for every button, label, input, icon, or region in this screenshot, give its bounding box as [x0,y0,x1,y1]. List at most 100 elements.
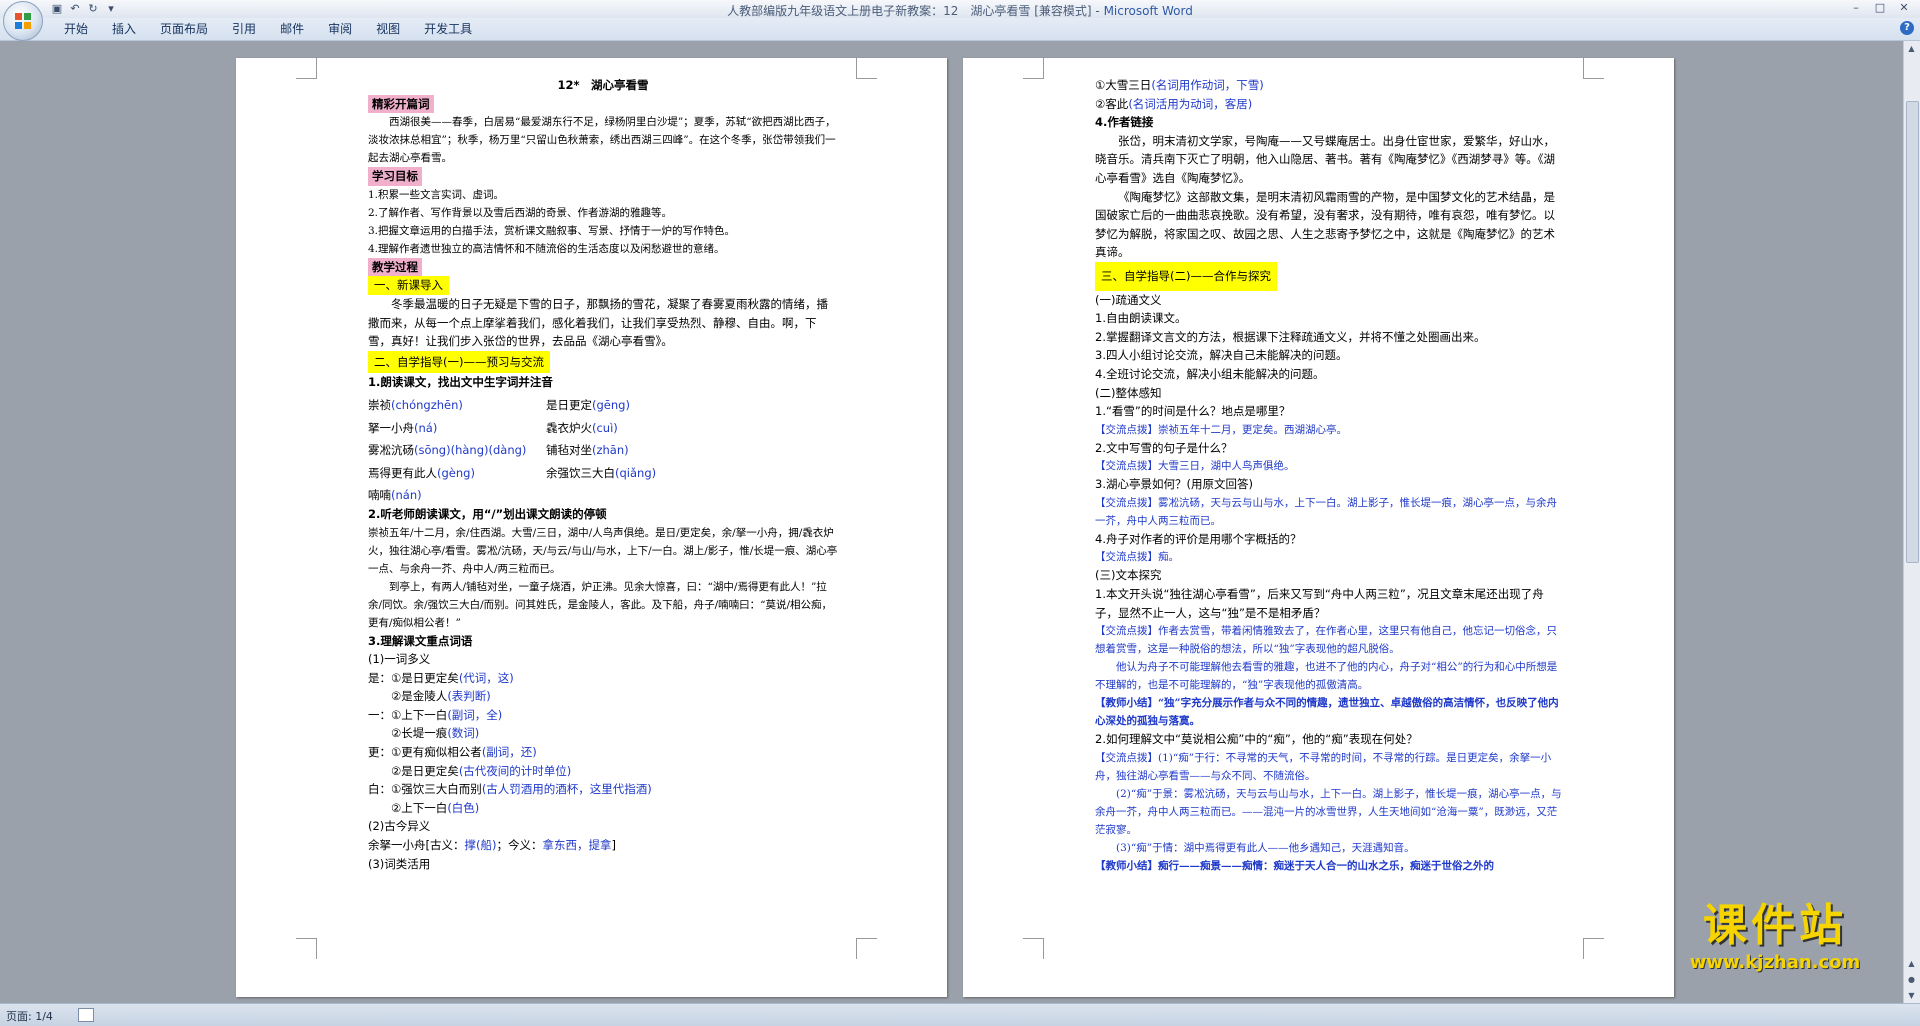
answer-text: (2)“痴”于景：雾凇沆砀，天与云与山与水，上下一白。湖上影子，惟长堤一痕，湖心… [1095,787,1562,836]
close-icon[interactable]: ✕ [1892,0,1916,16]
minimize-icon[interactable]: – [1844,0,1868,16]
answer-tag: 【交流点拨】 [1095,496,1158,509]
vocab-word: 是：①是日更定矣 [368,670,459,685]
section-heading-intro: 精彩开篇词 [368,94,434,114]
tab-home[interactable]: 开始 [52,18,100,40]
section-heading-goals: 学习目标 [368,167,422,186]
next-page-icon[interactable]: ▼ [1906,990,1917,1001]
question: 3.湖心亭景如何？(用原文回答) [1095,477,1253,492]
answer-text: 雾凇沆砀，天与云与山与水，上下一白。湖上影子，惟长堤一痕，湖心亭一点，与余舟一芥… [1095,496,1557,527]
goal-item: 4.理解作者遗世独立的高洁情怀和不随流俗的生活态度以及闲愁避世的意绪。 [368,242,725,255]
vocab-meaning: (古代夜间的计时单位) [458,763,572,778]
teacher-summary: 【教师小结】痴行——痴景——痴情：痴迷于天人合一的山水之乐，痴迷于世俗之外的 [1095,857,1565,875]
pinyin-word: 拏一小舟 [368,420,414,435]
question: 4.舟子对作者的评价是用哪个字概括的？ [1095,531,1302,546]
pinyin-row: 喃喃(nán) [368,486,838,505]
answer-tag: 【交流点拨】 [1095,625,1158,638]
tab-view[interactable]: 视图 [364,18,412,40]
pinyin-reading: (ná) [414,420,438,435]
scroll-up-icon[interactable]: ▲ [1906,43,1917,54]
select-browse-object-icon[interactable]: ● [1906,974,1917,985]
pinyin-word: 崇祯 [368,397,391,412]
office-logo-icon [15,13,31,29]
maximize-icon[interactable]: □ [1868,0,1892,16]
author-title: 4.作者链接 [1095,115,1154,130]
wenben-title: (三)文本探究 [1095,568,1162,583]
crop-mark [856,938,877,959]
ribbon-tabs: 开始 插入 页面布局 引用 邮件 审阅 视图 开发工具 ? [0,18,1920,41]
tongdu-item: 1.自由朗读课文。 [1095,311,1187,326]
answer-text: (1)“痴”于行：不寻常的天气，不寻常的时间，不寻常的行踪。是日更定矣，余拏一小… [1095,751,1552,782]
pinyin-word: 喃喃 [368,488,391,503]
pinyin-reading: (sōng)(hàng)(dàng) [414,443,527,458]
pinyin-reading: (cuì) [592,420,618,435]
pinyin-row: 雾凇沆砀(sōng)(hàng)(dàng) 铺毡对坐(zhān) [368,441,838,460]
tab-review[interactable]: 审阅 [316,18,364,40]
gujin-new: 拿东西，提拿 [542,838,612,853]
pinyin-row: 焉得更有此人(gèng) 余强饮三大白(qiǎng) [368,464,838,483]
vocab-word: ②长堤一痕 [368,726,448,741]
page-2-content[interactable]: ①大雪三日(名词用作动词，下雪) ②客此(名词活用为动词，客居) 4.作者链接 … [1095,76,1565,875]
vocab-line: ②长堤一痕(数词) [368,724,838,743]
crop-mark [1583,938,1604,959]
tab-insert[interactable]: 插入 [100,18,148,40]
section-heading-process: 教学过程 [368,257,422,277]
answer-text: (3)“痴”于情：湖中焉得更有此人——他乡遇知己，天涯遇知音。 [1116,841,1415,854]
pinyin-reading: (nán) [391,488,422,503]
summary-tag: 【教师小结】 [1095,697,1158,710]
intro-text: 冬季最温暖的日子无疑是下雪的日子，那飘扬的雪花，凝聚了春雾夏雨秋露的情绪，播撒而… [368,296,828,349]
tongdu-item: 4.全班讨论交流，解决小组未能解决的问题。 [1095,366,1325,381]
status-bar: 页面: 1/4 [0,1003,1920,1026]
office-button[interactable] [3,1,43,41]
pinyin-reading: (gēng) [592,397,630,412]
vocab-word: ②是日更定矣 [368,763,459,778]
tab-references[interactable]: 引用 [220,18,268,40]
vocab-line: 是：①是日更定矣(代词，这) [368,669,838,688]
pinyin-word: 雾凇沆砀 [368,443,414,458]
title-bar: ▣ ↶ ↻ ▾ 人教部编版九年级语文上册电子新教案：12 湖心亭看雪 [兼容模式… [0,0,1920,18]
answer: 【交流点拨】大雪三日，湖中人鸟声俱绝。 [1095,457,1565,475]
huoyong-meaning: (名词用作动词，下雪) [1151,78,1264,92]
vocab-line: ②上下一白(白色) [368,799,838,818]
vocab-subtitle: (2)古今异义 [368,819,431,834]
pinyin-word: 焉得更有此人 [368,465,437,480]
prev-page-icon[interactable]: ▲ [1906,958,1917,969]
goal-item: 1.积累一些文言实词、虚词。 [368,188,505,201]
tab-mailings[interactable]: 邮件 [268,18,316,40]
window-controls: – □ ✕ [1844,0,1916,16]
app-name: Microsoft Word [1103,4,1193,18]
listen-paragraph: 崇祯五年/十二月，余/住西湖。大雪/三日，湖中/人鸟声俱绝。是日/更定矣，余/拏… [368,526,838,575]
question: 1.本文开头说“独往湖心亭看雪”，后来又写到“舟中人两三粒”，况且文章末尾还出现… [1095,587,1544,620]
huoyong-line: ②客此(名词活用为动词，客居) [1095,95,1565,114]
summary-text: 痴行——痴景——痴情：痴迷于天人合一的山水之乐，痴迷于世俗之外的 [1158,859,1494,872]
section-title-self-study-1: 二、自学指导(一)——预习与交流 [368,350,550,374]
page-number-status[interactable]: 页面: 1/4 [6,1008,53,1024]
answer-tag: 【交流点拨】 [1095,751,1158,764]
help-icon[interactable]: ? [1900,21,1914,35]
pinyin-reading: (chóngzhēn) [391,397,463,412]
answer-tag: 【交流点拨】 [1095,423,1158,436]
pinyin-word: 余强饮三大白 [546,465,615,480]
watermark-logo: 课件站 www.kjzhan.com [1660,899,1890,975]
vocab-line: ②是日更定矣(古代夜间的计时单位) [368,762,838,781]
page-1-content[interactable]: 12* 湖心亭看雪 精彩开篇词 西湖很美——春季，白居易“最爱湖东行不足，绿杨阴… [368,76,838,873]
proofing-status-icon[interactable] [78,1008,94,1022]
summary-tag: 【教师小结】 [1095,859,1158,872]
vocab-line: 一：①上下一白(副词，全) [368,706,838,725]
vocab-line: ②是金陵人(表判断) [368,687,838,706]
scrollbar-thumb[interactable] [1906,101,1919,563]
answer-text: 痴。 [1158,551,1179,564]
vocab-word: ②是金陵人 [368,689,448,704]
vertical-scrollbar[interactable]: ▲ ▲ ● ▼ [1903,41,1920,1003]
tongdu-title: (一)疏通文义 [1095,292,1162,307]
read-task-title: 1.朗读课文，找出文中生字词并注音 [368,375,553,390]
pinyin-word: 毳衣炉火 [546,420,592,435]
answer: 【交流点拨】作者去赏雪，带着闲情雅致去了，在作者心里，这里只有他自己，他忘记一切… [1095,622,1565,658]
answer-tag: 【交流点拨】 [1095,460,1158,473]
crop-mark [1023,58,1044,79]
huoyong-line: ①大雪三日(名词用作动词，下雪) [1095,76,1565,95]
tab-page-layout[interactable]: 页面布局 [148,18,220,40]
zhengti-title: (二)整体感知 [1095,385,1162,400]
tab-developer[interactable]: 开发工具 [412,18,484,40]
gujin-word: 余拏一小舟[古义： [368,838,465,853]
